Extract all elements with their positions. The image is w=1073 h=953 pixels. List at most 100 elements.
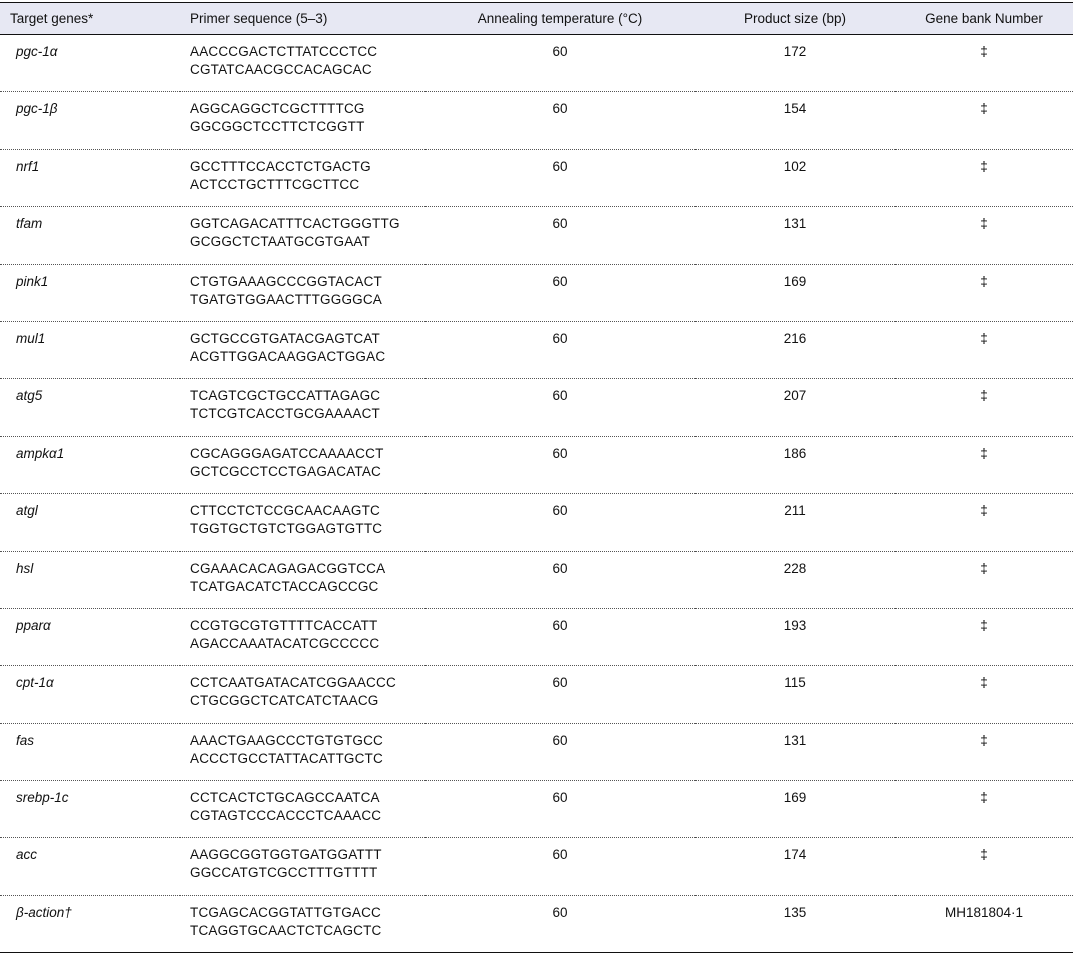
gene-name-cell: srebp-1c [0,780,180,839]
table-row: hsl CGAAACACAGAGACGGTCCA TCATGACATCTACCAGC… [0,551,1073,609]
primer-sequence-cell: AACCCGACTCTTATCCCTCC CGTATCAACGCCACAGCAC [180,34,425,93]
annealing-temperature-cell: 60 [425,91,695,150]
product-size-cell: 115 [695,665,895,724]
gene-name-cell: cpt-1α [0,665,180,724]
gene-name-cell: nrf1 [0,149,180,208]
table-row: ampkα1 CGCAGGGAGATCCAAAACCT GCTCGCCTCCTGAG… [0,436,1073,495]
gene-bank-number-cell: MH181804·1 [895,895,1073,953]
primer-sequence-cell: CCTCACTCTGCAGCCAATCA CGTAGTCCCACCCTCAAACC [180,780,425,839]
forward-primer: CGAAACACAGAGACGGTCCA [190,560,386,576]
table-row: atgl CTTCCTCTCCGCAACAAGTC TGGTGCTGTCTGGAGT… [0,493,1073,552]
forward-primer: AGGCAGGCTCGCTTTTCG [190,101,365,117]
forward-primer: AAGGCGGTGGTGATGGATTT [190,847,382,863]
product-size-cell: 131 [695,206,895,265]
annealing-temperature-cell: 60 [425,436,695,495]
annealing-temperature-cell: 60 [425,34,695,93]
primer-sequence-cell: CCGTGCGTGTTTTCACCATT AGACCAAATACATCGCCCCC [180,608,425,667]
annealing-temperature-cell: 60 [425,723,695,782]
annealing-temperature-cell: 60 [425,493,695,552]
product-size-cell: 169 [695,780,895,839]
primer-sequence-cell: TCGAGCACGGTATTGTGACC TCAGGTGCAACTCTCAGCTC [180,895,425,953]
product-size-cell: 172 [695,34,895,93]
product-size-cell: 228 [695,551,895,609]
table-row: pgc-1β AGGCAGGCTCGCTTTTCG GGCGGCTCCTTCTCGG… [0,91,1073,150]
gene-bank-number-cell: ‡ [895,378,1073,437]
gene-name-cell: β-action† [0,895,180,953]
gene-bank-number-cell: ‡ [895,665,1073,724]
gene-name-cell: pgc-1β [0,91,180,150]
table-row: atg5 TCAGTCGCTGCCATTAGAGC TCTCGTCACCTGCGAA… [0,378,1073,437]
table-row: pink1 CTGTGAAAGCCCGGTACACT TGATGTGGAACTTTG… [0,264,1073,322]
annealing-temperature-cell: 60 [425,378,695,437]
primer-sequence-cell: GCCTTTCCACCTCTGACTG ACTCCTGCTTTCGCTTCC [180,149,425,208]
reverse-primer: CGTATCAACGCCACAGCAC [190,62,372,77]
reverse-primer: GGCGGCTCCTTCTCGGTT [190,119,365,135]
primer-table: Target genes* Primer sequence (5–3) Anne… [0,2,1073,953]
gene-bank-number-cell: ‡ [895,551,1073,609]
annealing-temperature-cell: 60 [425,321,695,380]
forward-primer: CCTCAATGATACATCGGAACCC [190,675,396,691]
header-target-genes: Target genes* [0,2,180,35]
reverse-primer: TCTCGTCACCTGCGAAAACT [190,406,381,422]
primer-sequence-cell: TCAGTCGCTGCCATTAGAGC TCTCGTCACCTGCGAAAACT [180,378,425,437]
annealing-temperature-cell: 60 [425,780,695,839]
header-annealing-temperature: Annealing temperature (°C) [425,2,695,35]
table-body: pgc-1α AACCCGACTCTTATCCCTCC CGTATCAACGCCAC… [0,34,1073,953]
gene-name-cell: pparα [0,608,180,667]
reverse-primer: TGATGTGGAACTTTGGGGCA [190,291,382,307]
product-size-cell: 216 [695,321,895,380]
primer-sequence-cell: CGCAGGGAGATCCAAAACCT GCTCGCCTCCTGAGACATAC [180,436,425,495]
table-row: cpt-1α CCTCAATGATACATCGGAACCC CTGCGGCTCATC… [0,665,1073,724]
product-size-cell: 131 [695,723,895,782]
gene-bank-number-cell: ‡ [895,780,1073,839]
gene-bank-number-cell: ‡ [895,149,1073,208]
header-primer-sequence: Primer sequence (5–3) [180,2,425,35]
gene-name-cell: mul1 [0,321,180,380]
product-size-cell: 135 [695,895,895,953]
gene-name-cell: atgl [0,493,180,552]
table-row: fas AAACTGAAGCCCTGTGTGCC ACCCTGCCTATTACATT… [0,723,1073,782]
header-row: Target genes* Primer sequence (5–3) Anne… [0,2,1073,35]
reverse-primer: CGTAGTCCCACCCTCAAACC [190,808,382,824]
gene-bank-number-cell: ‡ [895,493,1073,552]
primer-sequence-cell: CCTCAATGATACATCGGAACCC CTGCGGCTCATCATCTAA… [180,665,425,724]
forward-primer: CCGTGCGTGTTTTCACCATT [190,617,378,633]
gene-name-cell: fas [0,723,180,782]
product-size-cell: 174 [695,837,895,896]
primer-sequence-cell: CTTCCTCTCCGCAACAAGTC TGGTGCTGTCTGGAGTGTTC [180,493,425,552]
gene-bank-number-cell: ‡ [895,837,1073,896]
table-row: nrf1 GCCTTTCCACCTCTGACTG ACTCCTGCTTTCGCTTC… [0,149,1073,208]
gene-bank-number-cell: ‡ [895,206,1073,265]
primer-sequence-cell: CTGTGAAAGCCCGGTACACT TGATGTGGAACTTTGGGGCA [180,264,425,322]
product-size-cell: 154 [695,91,895,150]
gene-bank-number-cell: ‡ [895,608,1073,667]
table-row: srebp-1c CCTCACTCTGCAGCCAATCA CGTAGTCCCACC… [0,780,1073,839]
gene-bank-number-cell: ‡ [895,264,1073,322]
gene-name-cell: atg5 [0,378,180,437]
annealing-temperature-cell: 60 [425,895,695,953]
reverse-primer: AGACCAAATACATCGCCCCC [190,635,380,651]
forward-primer: AAACTGAAGCCCTGTGTGCC [190,732,384,748]
forward-primer: GCTGCCGTGATACGAGTCAT [190,330,380,346]
table-row: tfam GGTCAGACATTTCACTGGGTTG GCGGCTCTAATGCG… [0,206,1073,265]
primer-sequence-cell: AGGCAGGCTCGCTTTTCG GGCGGCTCCTTCTCGGTT [180,91,425,150]
gene-name-cell: ampkα1 [0,436,180,495]
gene-bank-number-cell: ‡ [895,723,1073,782]
primer-sequence-cell: AAGGCGGTGGTGATGGATTT GGCCATGTCGCCTTTGTTTT [180,837,425,896]
product-size-cell: 186 [695,436,895,495]
primer-sequence-cell: CGAAACACAGAGACGGTCCA TCATGACATCTACCAGCCGC [180,551,425,609]
product-size-cell: 169 [695,264,895,322]
annealing-temperature-cell: 60 [425,608,695,667]
forward-primer: CTTCCTCTCCGCAACAAGTC [190,503,380,519]
gene-name-cell: pink1 [0,264,180,322]
product-size-cell: 193 [695,608,895,667]
reverse-primer: TCATGACATCTACCAGCCGC [190,578,379,594]
gene-name-cell: hsl [0,551,180,609]
forward-primer: CTGTGAAAGCCCGGTACACT [190,273,383,289]
gene-name-cell: tfam [0,206,180,265]
header-gene-bank-number: Gene bank Number [895,2,1073,35]
reverse-primer: ACTCCTGCTTTCGCTTCC [190,176,360,192]
gene-name-cell: acc [0,837,180,896]
forward-primer: TCAGTCGCTGCCATTAGAGC [190,388,381,404]
annealing-temperature-cell: 60 [425,206,695,265]
